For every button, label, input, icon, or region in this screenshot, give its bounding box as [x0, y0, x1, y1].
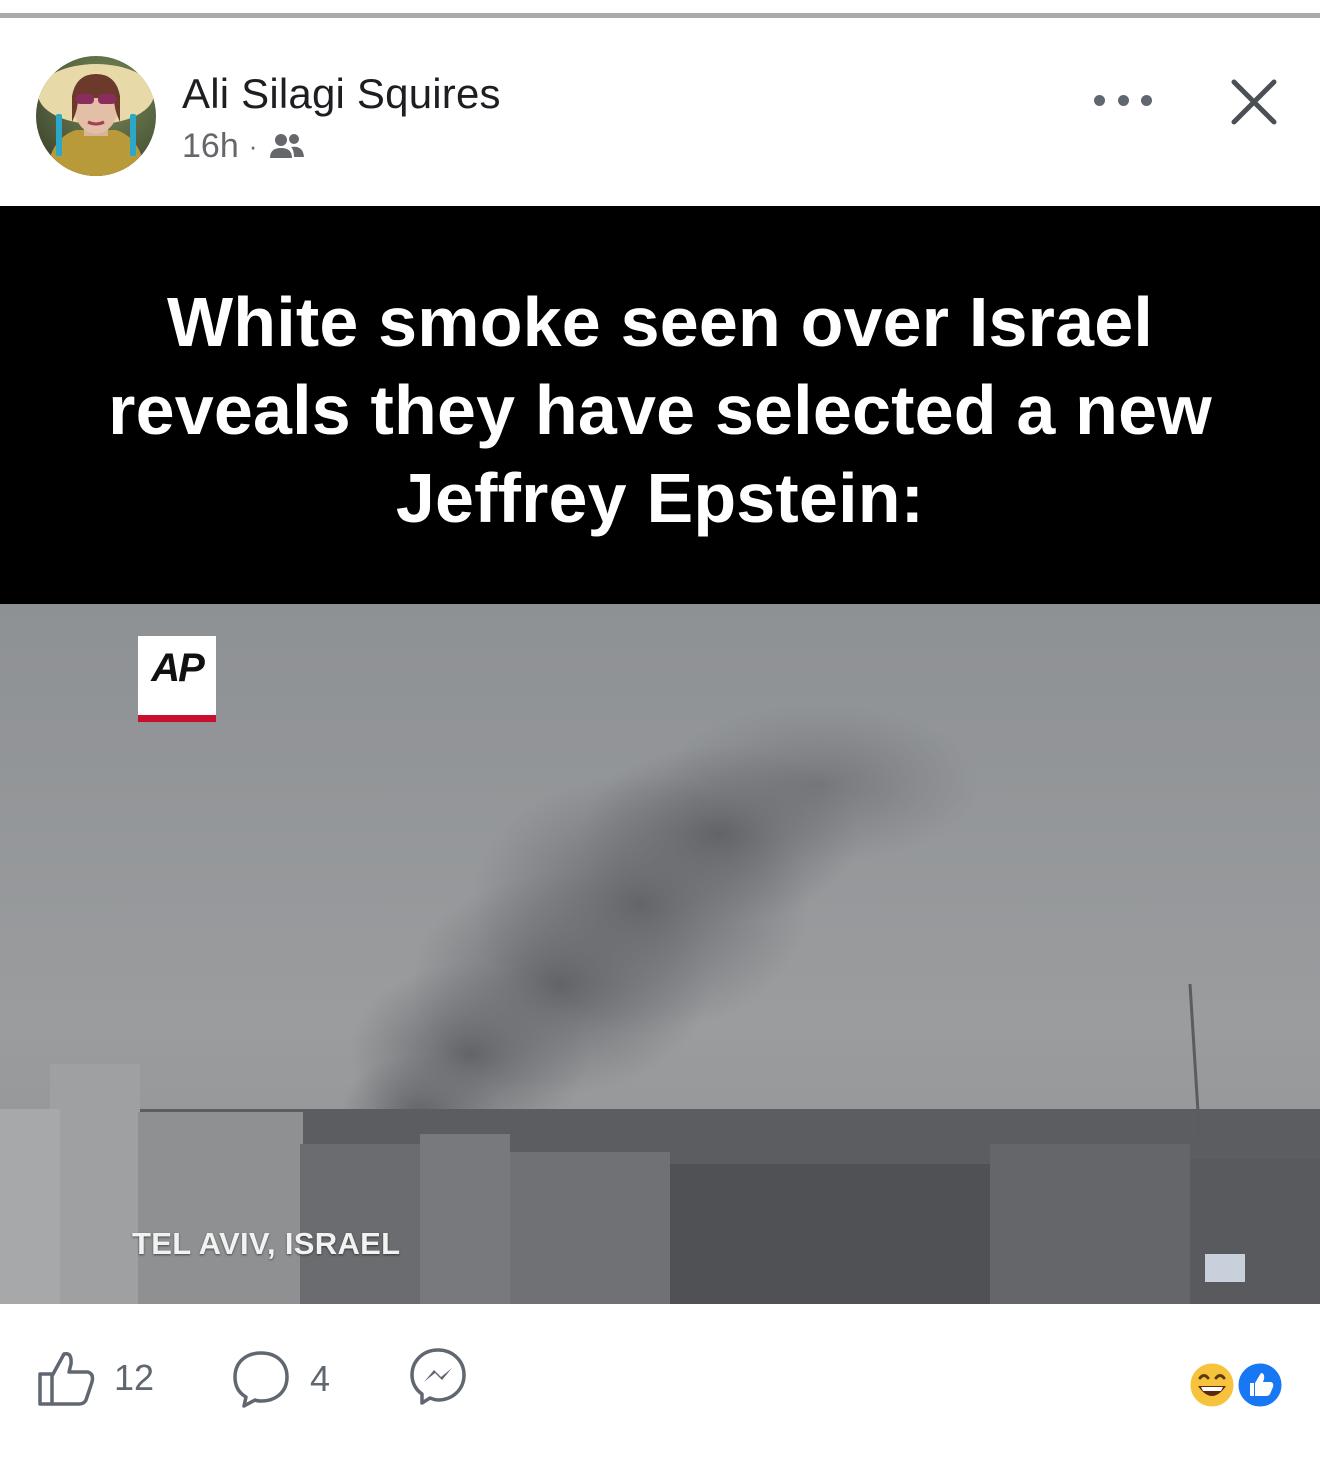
comment-count: 4 — [310, 1358, 331, 1399]
avatar[interactable] — [36, 56, 156, 176]
post-time[interactable]: 16h — [182, 127, 239, 166]
messenger-icon — [410, 1348, 466, 1405]
post-media[interactable]: White smoke seen over Israel reveals the… — [0, 206, 1320, 1304]
caption-band: White smoke seen over Israel reveals the… — [0, 206, 1320, 604]
more-horizontal-icon — [1094, 94, 1105, 106]
close-icon — [1231, 79, 1277, 125]
ap-logo: AP — [138, 636, 216, 722]
meta-separator: · — [248, 130, 258, 161]
close-button[interactable] — [1226, 74, 1282, 130]
reaction-summary[interactable] — [1186, 1360, 1286, 1410]
like-button[interactable]: 12 — [36, 1348, 154, 1408]
post-header: Ali Silagi Squires 16h · — [0, 18, 1320, 206]
ap-logo-text: AP — [151, 646, 205, 690]
location-label: TEL AVIV, ISRAEL — [132, 1226, 401, 1261]
author-name[interactable]: Ali Silagi Squires — [182, 70, 501, 118]
friends-icon — [270, 134, 305, 158]
reaction-icons — [1187, 1360, 1285, 1410]
media-caption: White smoke seen over Israel reveals the… — [108, 283, 1212, 537]
send-button[interactable] — [408, 1346, 468, 1406]
post-actions: 12 4 — [0, 1304, 1320, 1462]
post-meta: 16h · — [182, 126, 305, 166]
comment-button[interactable]: 4 — [230, 1348, 330, 1410]
comment-bubble-icon — [233, 1351, 289, 1408]
avatar-portrait — [38, 64, 154, 176]
laughing-face-icon — [1187, 1360, 1237, 1410]
like-count: 12 — [114, 1357, 155, 1398]
thumbs-up-icon — [38, 1351, 95, 1406]
more-options-button[interactable] — [1094, 80, 1152, 120]
like-badge-icon — [1235, 1360, 1285, 1410]
